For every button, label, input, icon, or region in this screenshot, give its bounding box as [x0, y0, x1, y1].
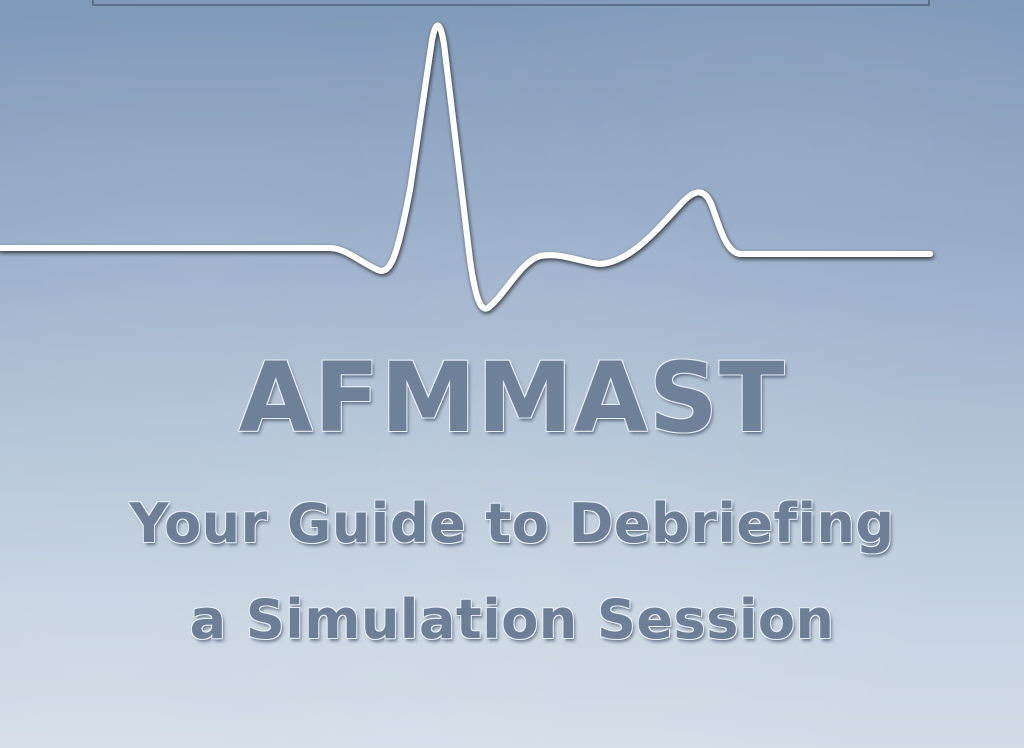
page-title: AFMMAST: [238, 342, 786, 454]
subtitle-line-2: a Simulation Session: [189, 588, 835, 651]
ecg-heartbeat-icon: [0, 22, 933, 312]
ecg-line: [0, 22, 933, 312]
subtitle-line-1: Your Guide to Debriefing: [129, 492, 895, 555]
